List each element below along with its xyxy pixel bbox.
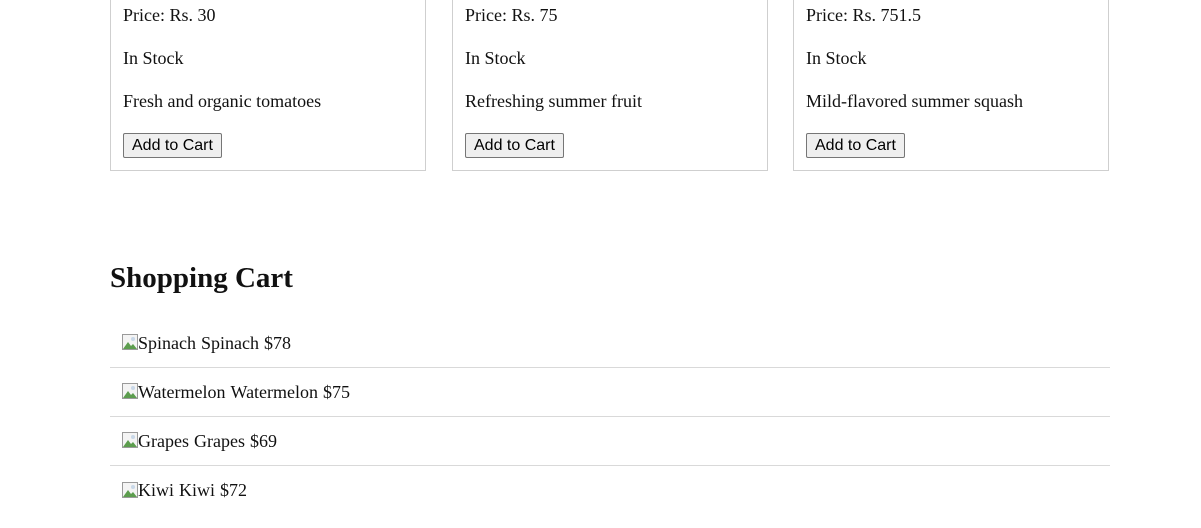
product-description: Fresh and organic tomatoes — [123, 91, 322, 111]
cart-title: Shopping Cart — [110, 262, 293, 294]
cart-item-name: Kiwi — [179, 480, 215, 500]
cart-list: Spinach Spinach $78 Watermelon Watermelon… — [110, 319, 1110, 515]
product-card: Price: Rs. 751.5 In Stock Mild-flavored … — [793, 0, 1109, 171]
product-description: Mild-flavored summer squash — [806, 91, 1023, 111]
product-card: Price: Rs. 30 In Stock Fresh and organic… — [110, 0, 426, 171]
product-description: Refreshing summer fruit — [465, 91, 642, 111]
broken-image-icon — [122, 383, 138, 399]
product-card: Price: Rs. 75 In Stock Refreshing summer… — [452, 0, 768, 171]
add-to-cart-button[interactable]: Add to Cart — [123, 133, 222, 158]
cart-item-image: Watermelon — [122, 382, 226, 403]
cart-item-image: Spinach — [122, 333, 196, 354]
cart-item-image: Grapes — [122, 431, 189, 452]
cart-item: Spinach Spinach $78 — [110, 319, 1110, 368]
broken-image-icon — [122, 481, 138, 498]
broken-image-icon — [122, 334, 138, 350]
cart-item-image: Kiwi — [122, 480, 174, 501]
cart-item-image-alt: Watermelon — [138, 381, 226, 402]
cart-item-image-alt: Grapes — [138, 430, 189, 451]
cart-item-name: Watermelon — [230, 381, 319, 402]
cart-item-price: $69 — [249, 430, 277, 451]
add-to-cart-button[interactable]: Add to Cart — [465, 133, 564, 158]
product-stock-status: In Stock — [465, 48, 526, 68]
cart-item-image-alt: Kiwi — [138, 480, 174, 500]
product-stock-status: In Stock — [123, 48, 184, 68]
cart-item-image-alt: Spinach — [138, 332, 196, 353]
cart-item-name: Grapes — [193, 430, 245, 451]
cart-item: Kiwi Kiwi $72 — [110, 466, 1110, 515]
product-price: Price: Rs. 75 — [465, 5, 558, 25]
product-price: Price: Rs. 30 — [123, 5, 216, 25]
add-to-cart-button[interactable]: Add to Cart — [806, 133, 905, 158]
product-price: Price: Rs. 751.5 — [806, 5, 921, 25]
cart-item-price: $78 — [264, 332, 291, 353]
broken-image-icon — [122, 432, 138, 448]
cart-item-price: $75 — [323, 381, 351, 402]
cart-item: Grapes Grapes $69 — [110, 417, 1110, 466]
cart-item-price: $72 — [220, 480, 247, 500]
cart-item-name: Spinach — [201, 332, 259, 353]
cart-item: Watermelon Watermelon $75 — [110, 368, 1110, 417]
product-stock-status: In Stock — [806, 48, 867, 68]
